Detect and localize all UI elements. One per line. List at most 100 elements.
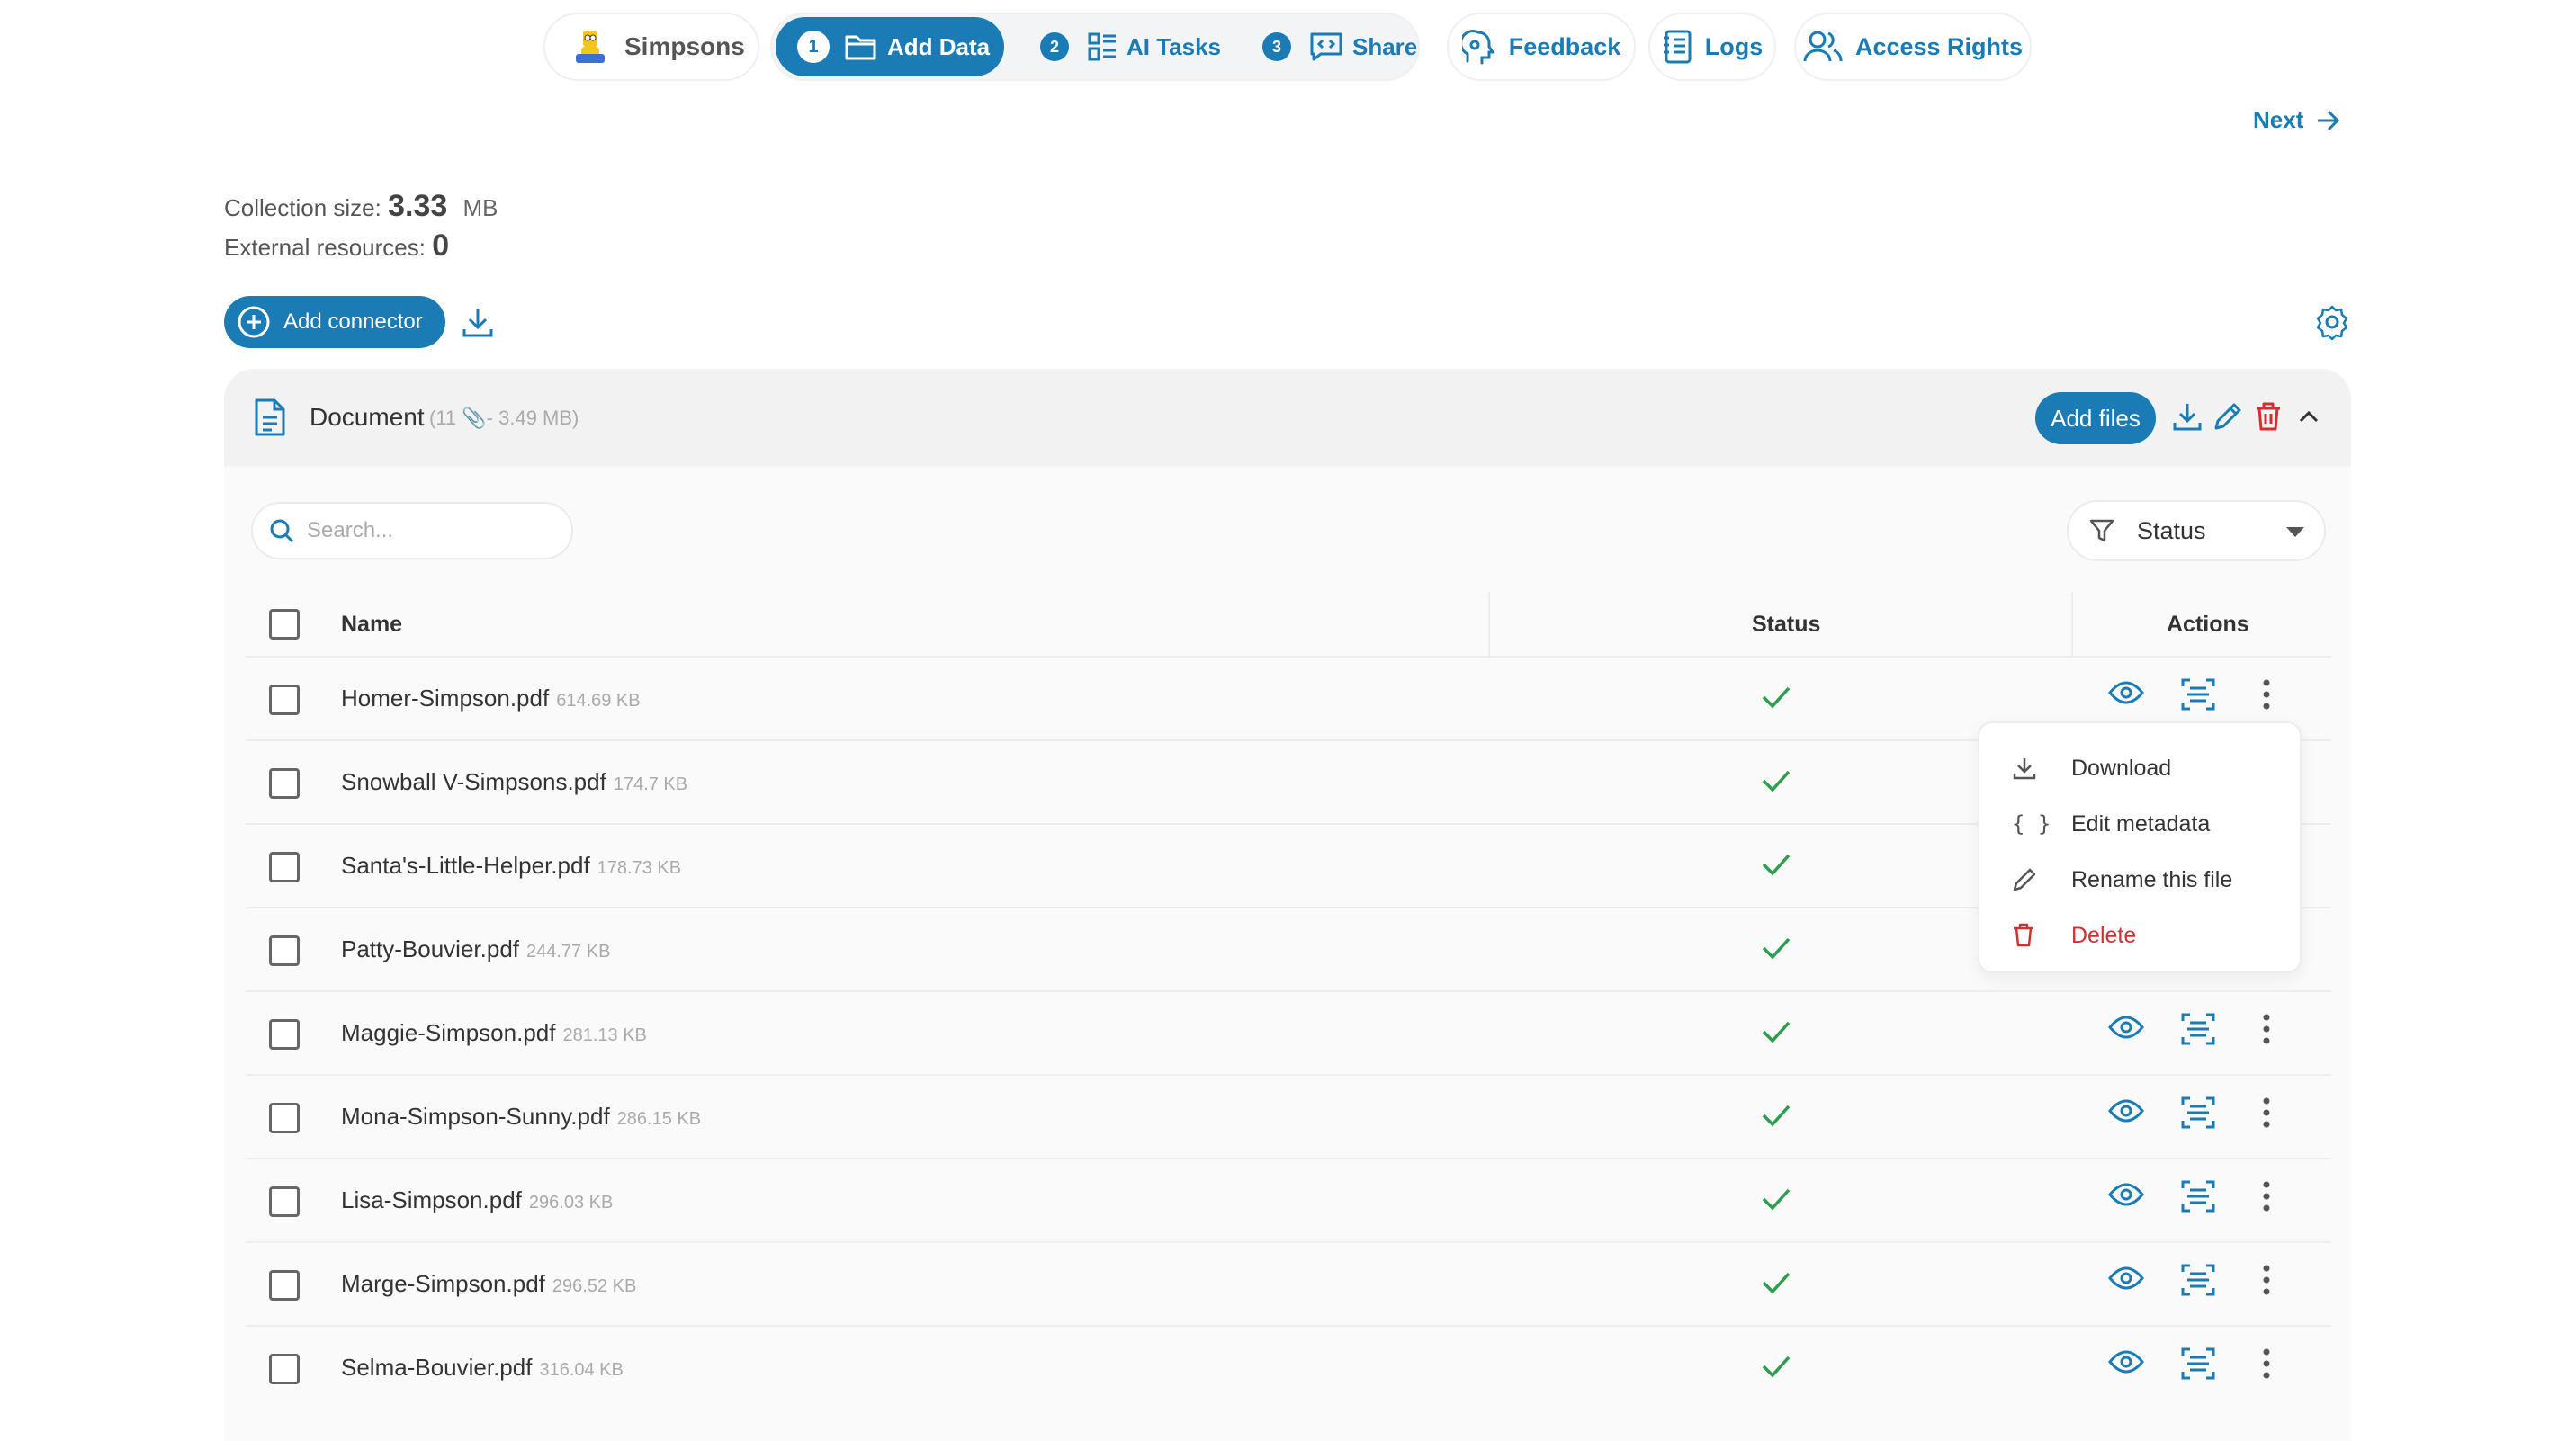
file-name-cell: Maggie-Simpson.pdf 281.13 KB [341, 1019, 647, 1047]
row-checkbox[interactable] [269, 685, 300, 715]
file-name-cell: Lisa-Simpson.pdf 296.03 KB [341, 1186, 613, 1214]
caret-down-icon [2286, 527, 2304, 537]
eye-icon[interactable] [2108, 1181, 2144, 1208]
step-add-data[interactable]: 1 Add Data [776, 17, 1004, 76]
file-size: 178.73 KB [597, 858, 682, 878]
file-name-cell: Mona-Simpson-Sunny.pdf 286.15 KB [341, 1103, 701, 1131]
file-name[interactable]: Snowball V-Simpsons.pdf [341, 768, 606, 795]
row-checkbox[interactable] [269, 935, 300, 966]
feedback-icon [1461, 30, 1495, 65]
status-check-icon [1761, 852, 1791, 877]
table-row[interactable]: Marge-Simpson.pdf 296.52 KB [246, 1241, 2331, 1325]
collection-size-unit: MB [462, 194, 498, 221]
next-label: Next [2253, 106, 2304, 133]
eye-icon[interactable] [2108, 679, 2144, 706]
file-size: 316.04 KB [539, 1360, 624, 1380]
next-button[interactable]: Next [2253, 106, 2341, 134]
feedback-label: Feedback [1508, 32, 1621, 60]
table-row[interactable]: Mona-Simpson-Sunny.pdf 286.15 KB [246, 1074, 2331, 1158]
collection-size-label: Collection size: [224, 194, 381, 221]
add-connector-button[interactable]: Add connector [224, 296, 445, 348]
gear-icon[interactable] [2314, 304, 2350, 340]
file-name[interactable]: Santa's-Little-Helper.pdf [341, 852, 590, 879]
scan-text-icon[interactable] [2180, 1096, 2216, 1130]
row-checkbox[interactable] [269, 1103, 300, 1133]
scan-text-icon[interactable] [2180, 677, 2216, 712]
add-files-button[interactable]: Add files [2035, 392, 2156, 444]
select-all-checkbox-cell [269, 597, 300, 651]
pencil-icon[interactable] [2212, 401, 2243, 432]
row-checkbox[interactable] [269, 1354, 300, 1384]
eye-icon[interactable] [2108, 1097, 2144, 1124]
status-filter-dropdown[interactable]: Status [2067, 500, 2326, 561]
eye-icon[interactable] [2108, 1348, 2144, 1375]
step-share[interactable]: 3 Share [1262, 17, 1417, 76]
eye-icon[interactable] [2108, 1014, 2144, 1041]
column-header-actions: Actions [2167, 611, 2249, 637]
plus-circle-icon [238, 306, 270, 338]
feedback-link[interactable]: Feedback [1447, 13, 1636, 81]
more-vertical-icon[interactable] [2261, 1096, 2272, 1130]
more-vertical-icon[interactable] [2261, 1263, 2272, 1297]
access-rights-label: Access Rights [1854, 32, 2024, 60]
menu-item-label: Download [2071, 755, 2172, 781]
more-vertical-icon[interactable] [2261, 677, 2272, 712]
file-name[interactable]: Homer-Simpson.pdf [341, 685, 549, 712]
row-checkbox[interactable] [269, 1270, 300, 1301]
trash-icon[interactable] [2254, 401, 2283, 432]
column-header-name[interactable]: Name [341, 597, 402, 651]
file-name[interactable]: Marge-Simpson.pdf [341, 1270, 545, 1297]
more-vertical-icon[interactable] [2261, 1012, 2272, 1046]
pencil-icon [2013, 868, 2036, 891]
menu-item-delete[interactable]: Delete [1979, 908, 2300, 962]
menu-item-rename[interactable]: Rename this file [1979, 853, 2300, 907]
scan-text-icon[interactable] [2180, 1347, 2216, 1381]
file-size: 286.15 KB [616, 1109, 702, 1129]
search-box[interactable] [251, 502, 573, 559]
file-name[interactable]: Patty-Bouvier.pdf [341, 935, 519, 962]
row-checkbox[interactable] [269, 852, 300, 882]
file-name-cell: Patty-Bouvier.pdf 244.77 KB [341, 935, 610, 963]
file-name[interactable]: Mona-Simpson-Sunny.pdf [341, 1103, 610, 1130]
row-context-menu: Download { } Edit metadata Rename this f… [1978, 721, 2302, 973]
access-rights-link[interactable]: Access Rights [1794, 13, 2032, 81]
table-row[interactable]: Maggie-Simpson.pdf 281.13 KB [246, 990, 2331, 1074]
document-panel-header: Document (11 📎- 3.49 MB) Add files [224, 369, 2351, 466]
scan-text-icon[interactable] [2180, 1179, 2216, 1213]
row-checkbox[interactable] [269, 1019, 300, 1050]
more-vertical-icon[interactable] [2261, 1347, 2272, 1381]
file-name[interactable]: Selma-Bouvier.pdf [341, 1354, 532, 1381]
scan-text-icon[interactable] [2180, 1012, 2216, 1046]
table-row[interactable]: Selma-Bouvier.pdf 316.04 KB [246, 1325, 2331, 1409]
logs-link[interactable]: Logs [1648, 13, 1776, 81]
logs-label: Logs [1704, 32, 1764, 60]
menu-item-edit-metadata[interactable]: { } Edit metadata [1979, 797, 2300, 851]
step-ai-tasks[interactable]: 2 AI Tasks [1040, 17, 1221, 76]
more-vertical-icon[interactable] [2261, 1179, 2272, 1213]
add-connector-label: Add connector [283, 309, 423, 334]
row-checkbox[interactable] [269, 768, 300, 799]
row-checkbox[interactable] [269, 1186, 300, 1217]
menu-item-label: Rename this file [2071, 866, 2233, 892]
document-meta: (11 📎- 3.49 MB) [429, 407, 579, 429]
file-name[interactable]: Lisa-Simpson.pdf [341, 1186, 522, 1213]
file-name[interactable]: Maggie-Simpson.pdf [341, 1019, 555, 1046]
scan-text-icon[interactable] [2180, 1263, 2216, 1297]
file-size: 296.03 KB [528, 1193, 614, 1213]
download-icon[interactable] [2172, 401, 2203, 432]
search-input[interactable] [307, 518, 559, 543]
table-row[interactable]: Lisa-Simpson.pdf 296.03 KB [246, 1158, 2331, 1241]
select-all-checkbox[interactable] [269, 609, 300, 640]
external-resources-label: External resources: [224, 234, 426, 261]
eye-icon[interactable] [2108, 1265, 2144, 1292]
external-resources-value: 0 [432, 228, 450, 263]
download-icon[interactable] [461, 305, 495, 339]
download-icon [2013, 758, 2036, 780]
menu-item-download[interactable]: Download [1979, 741, 2300, 795]
status-check-icon [1761, 1270, 1791, 1295]
filter-icon [2089, 519, 2114, 542]
simpsons-logo-icon [576, 31, 605, 63]
project-selector[interactable]: Simpsons [543, 13, 759, 81]
chevron-up-icon[interactable] [2297, 405, 2320, 428]
column-header-status[interactable]: Status [1752, 597, 1820, 651]
